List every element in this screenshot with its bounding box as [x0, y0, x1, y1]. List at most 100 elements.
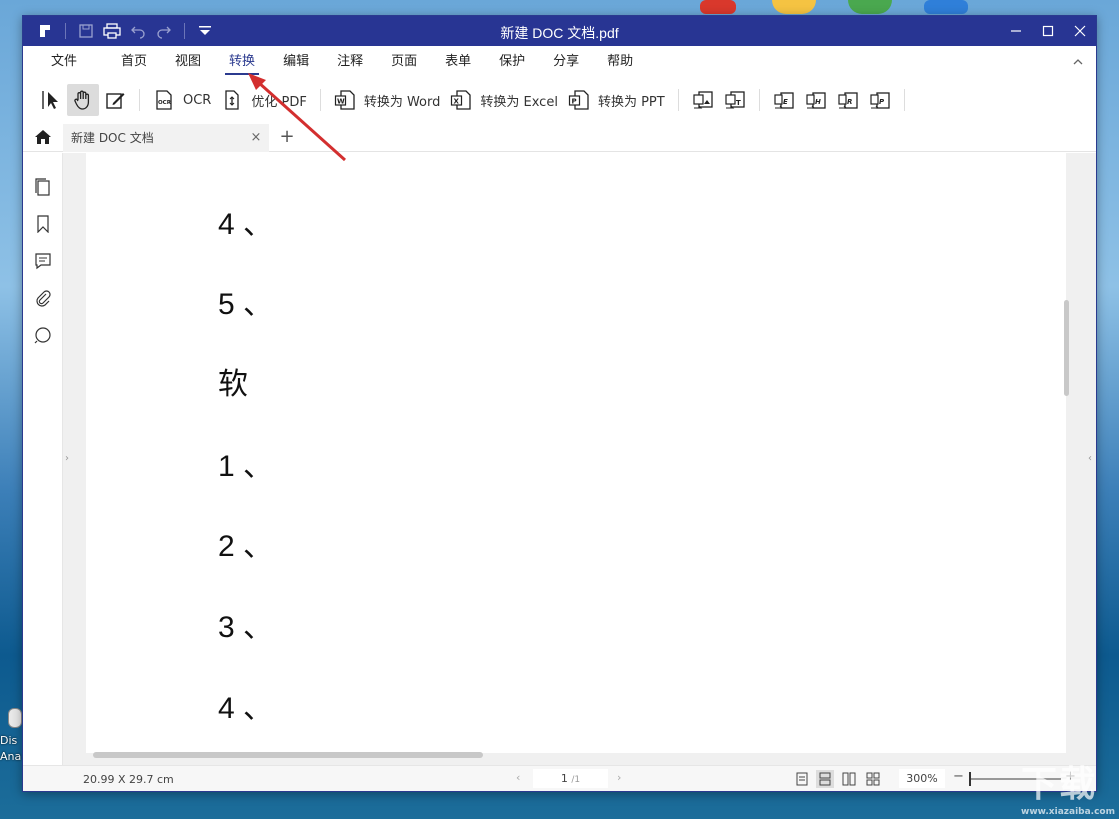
select-tool-button[interactable]: [35, 84, 67, 116]
menu-file[interactable]: 文件: [37, 46, 107, 78]
page-number-field[interactable]: 1 /1: [533, 769, 608, 788]
vertical-scrollbar[interactable]: [1064, 300, 1069, 396]
home-icon[interactable]: [23, 122, 63, 152]
svg-text:X: X: [454, 98, 460, 106]
new-tab-button[interactable]: +: [275, 126, 299, 147]
menu-share[interactable]: 分享: [539, 46, 593, 78]
convert-to-rtf-button[interactable]: R: [832, 84, 864, 116]
divider: [184, 23, 185, 39]
divider: [903, 89, 905, 111]
undo-icon[interactable]: [126, 19, 150, 43]
watermark-logo: 下载 www.xiazaiba.com: [1021, 764, 1115, 817]
hand-tool-button[interactable]: [67, 84, 99, 116]
convert-to-epub-button[interactable]: E: [768, 84, 800, 116]
desktop-app-icon[interactable]: [848, 0, 892, 14]
menu-home[interactable]: 首页: [107, 46, 161, 78]
convert-to-word-label: 转换为 Word: [363, 94, 441, 110]
desktop-app-icon[interactable]: [700, 0, 736, 14]
grid-view-icon[interactable]: [864, 770, 882, 788]
close-tab-icon[interactable]: ×: [249, 130, 263, 145]
maximize-button[interactable]: [1032, 16, 1064, 46]
convert-to-image-button[interactable]: [687, 84, 719, 116]
document-tab[interactable]: 新建 DOC 文档 ×: [63, 123, 269, 152]
pdf-page: 4 、 5 、 软 1 、 2 、 3 、 4 、: [86, 153, 1066, 753]
ocr-icon: OCR: [156, 90, 172, 110]
desktop-app-icon[interactable]: [772, 0, 816, 14]
zoom-level-field[interactable]: 300%: [899, 769, 945, 788]
menu-protect[interactable]: 保护: [485, 46, 539, 78]
zoom-out-icon[interactable]: −: [953, 769, 964, 784]
expand-right-panel-icon[interactable]: ‹: [1088, 453, 1092, 464]
attachment-icon[interactable]: [33, 288, 53, 308]
excel-file-icon: X: [451, 90, 472, 110]
convert-to-pdfa-button[interactable]: P: [864, 84, 896, 116]
word-file-icon: W: [334, 90, 355, 110]
optimize-icon: [225, 90, 239, 110]
divider: [65, 23, 66, 39]
continuous-view-icon[interactable]: [816, 770, 834, 788]
next-page-icon[interactable]: ›: [617, 771, 621, 784]
svg-text:R: R: [847, 98, 852, 106]
title-bar: 新建 DOC 文档.pdf: [23, 16, 1096, 46]
convert-to-excel-button[interactable]: X 转换为 Excel: [445, 84, 563, 116]
save-icon[interactable]: [74, 19, 98, 43]
zoom-slider-handle[interactable]: [969, 772, 971, 786]
collapse-ribbon-icon[interactable]: [1070, 54, 1086, 70]
pdfa-convert-icon: P: [870, 92, 890, 109]
document-tab-strip: 新建 DOC 文档 × +: [23, 122, 1096, 152]
bookmark-icon[interactable]: [33, 214, 53, 234]
menu-bar: 文件 首页 视图 转换 编辑 注释 页面 表单 保护 分享 帮助: [23, 46, 1096, 78]
convert-to-text-button[interactable]: T: [719, 84, 751, 116]
divider: [758, 89, 760, 111]
desktop-icon-label: Ana: [0, 750, 22, 763]
minimize-button[interactable]: [1000, 16, 1032, 46]
text-convert-icon: T: [725, 91, 745, 109]
menu-comment[interactable]: 注释: [323, 46, 377, 78]
document-line: 软: [218, 368, 248, 401]
thumbnails-icon[interactable]: [33, 177, 53, 197]
desktop-app-icon[interactable]: [924, 0, 968, 14]
expand-left-panel-icon[interactable]: ›: [65, 453, 69, 464]
ocr-label: OCR: [183, 92, 212, 108]
hand-icon: [74, 90, 90, 110]
single-page-view-icon[interactable]: [793, 770, 811, 788]
convert-to-ppt-button[interactable]: P 转换为 PPT: [563, 84, 670, 116]
menu-help[interactable]: 帮助: [593, 46, 647, 78]
document-line: 3 、: [218, 611, 274, 644]
print-icon[interactable]: [100, 19, 124, 43]
edit-icon: [106, 93, 125, 109]
divider: [139, 89, 140, 111]
menu-convert[interactable]: 转换: [215, 46, 269, 78]
search-icon[interactable]: [33, 325, 53, 345]
convert-to-html-button[interactable]: H: [800, 84, 832, 116]
two-page-view-icon[interactable]: [840, 770, 858, 788]
desktop-file-icon[interactable]: [8, 708, 22, 728]
previous-page-icon[interactable]: ‹: [516, 771, 520, 784]
redo-icon[interactable]: [152, 19, 176, 43]
convert-to-word-button[interactable]: W 转换为 Word: [329, 84, 446, 116]
workspace: › ‹ 4 、 5 、 软 1 、 2 、 3 、 4 、: [23, 153, 1096, 767]
edit-tool-button[interactable]: [99, 84, 131, 116]
menu-form[interactable]: 表单: [431, 46, 485, 78]
current-page: 1: [560, 772, 568, 785]
app-window: 新建 DOC 文档.pdf 文件 首页 视图 转换 编辑 注释 页面 表单 保护…: [22, 15, 1097, 792]
close-button[interactable]: [1064, 16, 1096, 46]
divider: [677, 89, 679, 111]
optimize-pdf-button[interactable]: 优化 PDF: [216, 84, 311, 116]
convert-to-ppt-label: 转换为 PPT: [597, 94, 665, 110]
comment-icon[interactable]: [33, 251, 53, 271]
optimize-pdf-label: 优化 PDF: [251, 94, 307, 110]
menu-page[interactable]: 页面: [377, 46, 431, 78]
ppt-file-icon: P: [568, 90, 589, 110]
document-tab-label: 新建 DOC 文档: [71, 131, 154, 145]
rtf-convert-icon: R: [838, 92, 858, 109]
svg-text:P: P: [571, 98, 576, 106]
menu-edit[interactable]: 编辑: [269, 46, 323, 78]
menu-view[interactable]: 视图: [161, 46, 215, 78]
ocr-button[interactable]: OCR OCR: [148, 84, 216, 116]
total-pages: /1: [571, 775, 581, 785]
epub-convert-icon: E: [774, 92, 794, 109]
desktop-icon-label: Dis: [0, 734, 18, 747]
quick-access-dropdown-icon[interactable]: [193, 19, 217, 43]
horizontal-scrollbar[interactable]: [93, 752, 483, 758]
